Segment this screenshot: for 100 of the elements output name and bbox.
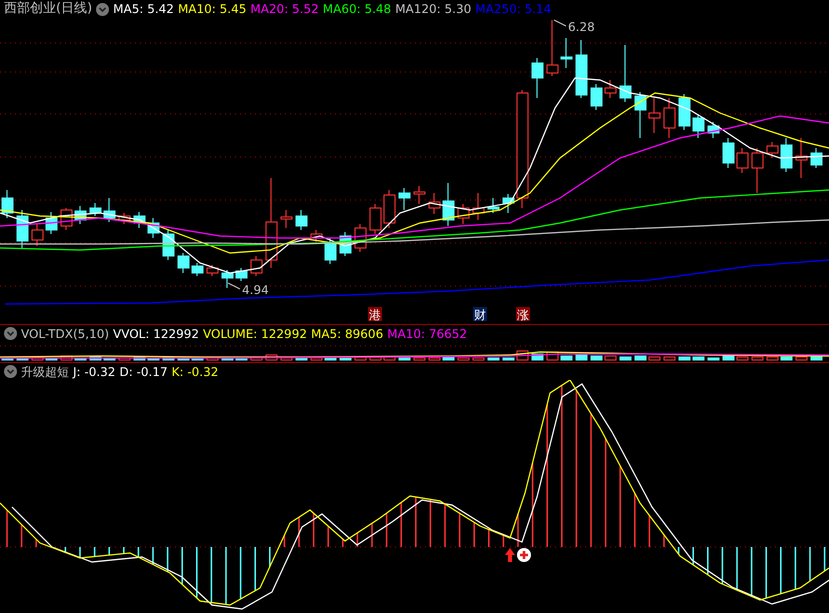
candlestick xyxy=(104,198,116,222)
volume-bar xyxy=(414,358,426,360)
volume-bar xyxy=(46,358,58,360)
volume-bar xyxy=(692,356,704,360)
dropdown-icon[interactable] xyxy=(96,2,110,16)
volume-bar xyxy=(488,358,500,360)
legend-value: MA10: 76652 xyxy=(387,326,468,342)
candlestick xyxy=(310,230,322,242)
volume-bar xyxy=(766,356,778,360)
candlestick xyxy=(148,218,160,238)
volume-bar xyxy=(250,358,262,360)
candlestick xyxy=(222,270,234,288)
chart-title: 西部创业(日线) xyxy=(4,0,92,18)
indicator-name: VOL-TDX(5,10) xyxy=(21,326,110,342)
candlestick xyxy=(118,212,130,224)
legend-value: VOLUME: 122992 xyxy=(203,326,307,342)
candlestick xyxy=(178,252,190,274)
legend-value: MA250: 5.14 xyxy=(475,1,552,18)
volume-bar xyxy=(118,358,130,360)
volume-bar xyxy=(736,356,748,360)
candlestick xyxy=(90,202,102,216)
event-marker[interactable]: 财 xyxy=(473,307,487,322)
volume-bar xyxy=(458,358,470,360)
candlestick xyxy=(46,212,58,234)
indicator-name: 升级超短 xyxy=(21,364,69,380)
volume-bar xyxy=(222,358,234,360)
event-marker[interactable]: 港 xyxy=(368,307,382,322)
candlestick xyxy=(664,98,676,138)
volume-bar xyxy=(810,356,822,360)
volume-bar xyxy=(74,358,86,360)
candlestick xyxy=(576,40,588,98)
candlestick xyxy=(810,148,822,168)
candlestick xyxy=(590,84,602,110)
volume-bar xyxy=(16,358,28,360)
volume-bar xyxy=(472,358,484,360)
candlestick xyxy=(546,20,558,76)
volume-bar xyxy=(634,356,646,360)
volume-bar xyxy=(148,358,160,360)
candlestick xyxy=(340,232,352,256)
legend-value: MA5: 5.42 xyxy=(113,1,174,18)
volume-bar xyxy=(428,358,440,360)
candlestick xyxy=(532,58,544,98)
candlestick xyxy=(736,148,748,174)
candlestick xyxy=(560,38,572,68)
candlestick xyxy=(752,148,764,194)
volume-bar xyxy=(206,358,218,360)
candlestick xyxy=(414,186,426,204)
volume-bar xyxy=(192,358,204,360)
legend-value: MA10: 5.45 xyxy=(178,1,246,18)
candlestick xyxy=(324,238,336,264)
candlestick xyxy=(708,122,720,138)
volume-bar xyxy=(178,358,190,360)
candlestick xyxy=(428,192,440,214)
volume-bar xyxy=(384,356,396,360)
dropdown-icon[interactable] xyxy=(4,327,17,340)
volume-bar xyxy=(708,358,720,360)
candlestick xyxy=(250,256,262,276)
candlestick xyxy=(192,262,204,276)
candlestick xyxy=(692,114,704,138)
event-marker[interactable]: 涨 xyxy=(516,307,530,322)
volume-bar xyxy=(664,356,676,360)
legend-value: J: -0.32 xyxy=(73,364,116,380)
price-label: 6.28 xyxy=(568,20,595,34)
volume-bar xyxy=(398,358,410,360)
candlestick xyxy=(678,94,690,130)
legend-value: MA120: 5.30 xyxy=(395,1,472,18)
volume-bar xyxy=(442,356,454,360)
volume-bar xyxy=(32,356,44,360)
legend-value: MA5: 89606 xyxy=(310,326,384,342)
volume-bar xyxy=(502,358,514,360)
volume-bar xyxy=(648,356,660,360)
candlestick xyxy=(648,98,660,134)
volume-bar xyxy=(370,356,382,360)
volume-bar xyxy=(780,356,792,360)
volume-bar xyxy=(722,356,734,360)
volume-bar xyxy=(104,358,116,360)
candlestick xyxy=(32,222,44,246)
price-label: 4.94 xyxy=(242,283,269,297)
candlestick xyxy=(236,268,248,282)
dropdown-icon[interactable] xyxy=(4,365,17,378)
legend-value: VVOL: 122992 xyxy=(113,326,200,342)
up-arrow-icon xyxy=(505,548,515,562)
candlestick xyxy=(370,204,382,234)
candlestick xyxy=(620,44,632,102)
volume-bar xyxy=(134,356,146,360)
legend-value: K: -0.32 xyxy=(172,364,218,380)
candlestick xyxy=(134,212,146,228)
volume-bar xyxy=(354,356,366,360)
candlestick xyxy=(722,138,734,168)
volume-bar xyxy=(296,356,308,360)
candlestick xyxy=(296,210,308,230)
candlestick xyxy=(398,188,410,210)
candlestick xyxy=(16,210,28,248)
volume-bar xyxy=(266,354,278,360)
candlestick xyxy=(354,224,366,252)
candlestick xyxy=(2,190,14,218)
candlestick xyxy=(604,80,616,98)
candlestick xyxy=(74,206,86,224)
candlestick xyxy=(488,198,500,214)
plus-icon xyxy=(517,548,531,562)
